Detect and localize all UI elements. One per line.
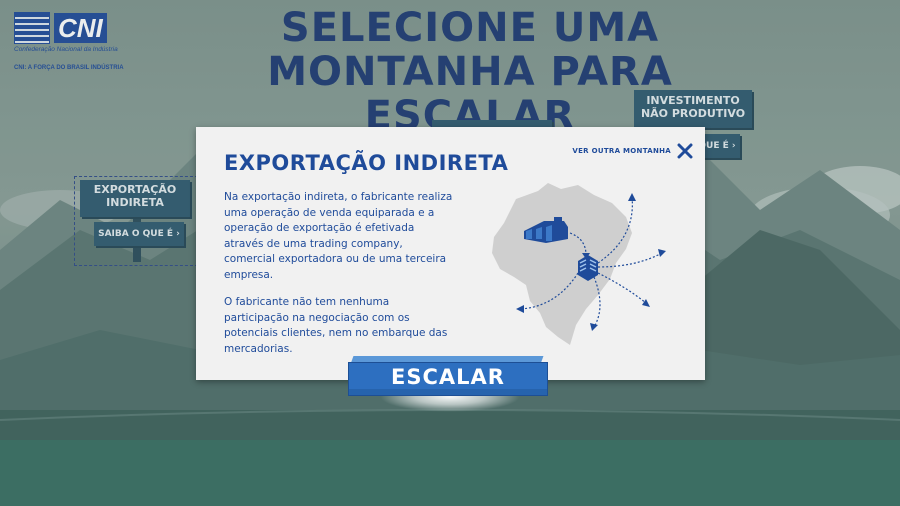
modal-paragraph-1: Na exportação indireta, o fabricante rea… (224, 191, 453, 281)
modal-body: Na exportação indireta, o fabricante rea… (224, 190, 454, 369)
modal-title: EXPORTAÇÃO INDIRETA (224, 151, 509, 175)
close-modal-link[interactable]: VER OUTRA MONTANHA (572, 143, 693, 159)
brazil-shape (492, 183, 632, 345)
escalar-button[interactable]: ESCALAR (348, 356, 548, 396)
close-icon[interactable] (677, 143, 693, 159)
brazil-map-icon (492, 183, 666, 345)
close-modal-label[interactable]: VER OUTRA MONTANHA (572, 147, 671, 155)
modal-paragraph-2: O fabricante não tem nenhuma participaçã… (224, 296, 448, 355)
escalar-button-label[interactable]: ESCALAR (348, 365, 548, 389)
info-modal: EXPORTAÇÃO INDIRETA VER OUTRA MONTANHA N… (196, 127, 705, 380)
